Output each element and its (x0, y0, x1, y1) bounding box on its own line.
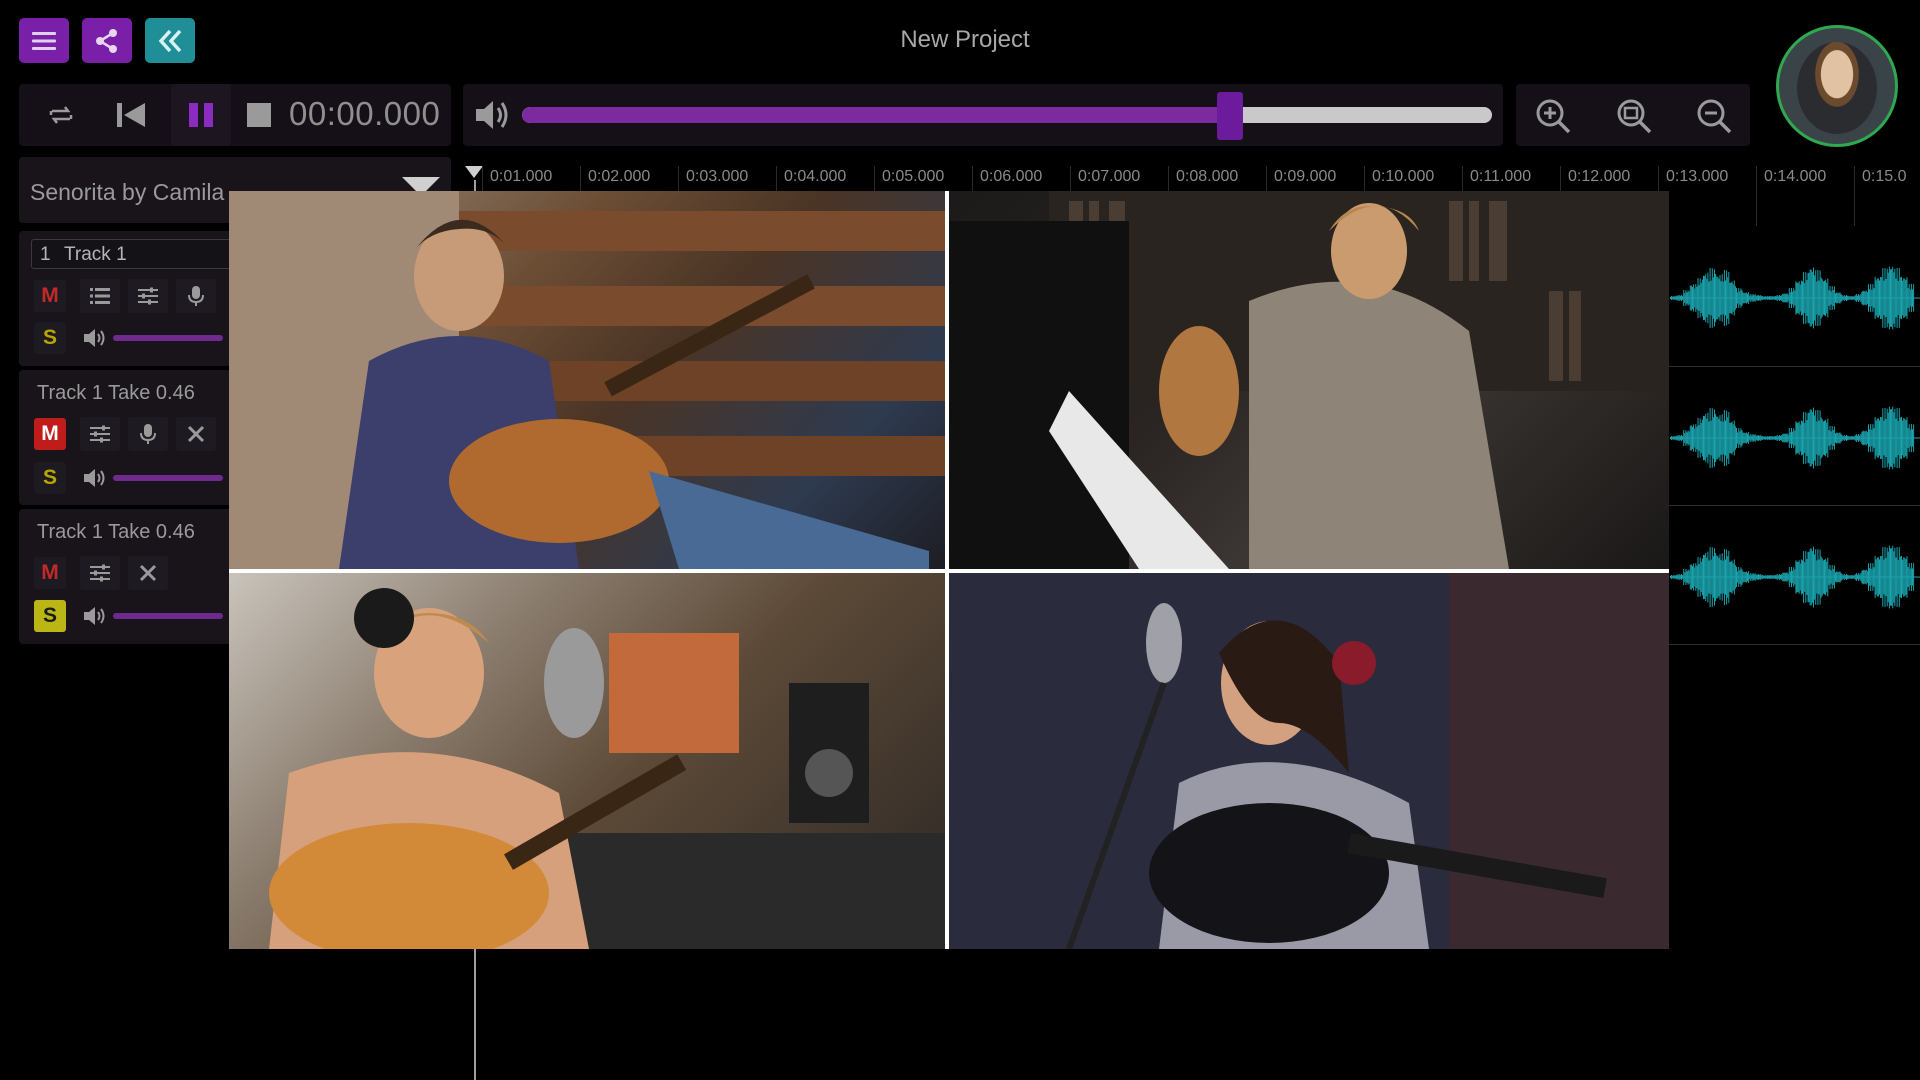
master-volume-fill (522, 107, 1231, 123)
ruler-tick-label: 0:04.000 (775, 166, 847, 226)
track-mixer-button[interactable] (128, 279, 168, 313)
speaker-icon (84, 329, 105, 347)
pause-button[interactable] (171, 84, 231, 146)
microphone-icon (188, 286, 204, 306)
skip-to-start-icon (117, 103, 145, 127)
ruler-tick-label: 0:02.000 (579, 166, 651, 226)
avatar[interactable] (1776, 25, 1898, 147)
ruler-tick-label: 0:03.000 (677, 166, 749, 226)
microphone-icon (140, 424, 156, 444)
playhead-marker-icon[interactable] (465, 166, 483, 178)
track-volume-slider[interactable] (113, 335, 223, 341)
zoom-panel (1516, 84, 1750, 146)
track-mixer-button[interactable] (80, 556, 120, 590)
speaker-icon (84, 607, 105, 625)
track-volume-slider[interactable] (113, 613, 223, 619)
track-number: 1 (40, 244, 51, 265)
avatar-photo (1797, 42, 1877, 134)
master-volume-handle[interactable] (1217, 92, 1244, 140)
video-frame-image (269, 588, 945, 949)
master-volume-slider[interactable] (522, 107, 1492, 123)
mute-button[interactable]: M (34, 557, 66, 589)
zoom-out-icon (1697, 99, 1732, 134)
ruler-tick-label: 0:01.000 (481, 166, 553, 226)
zoom-in-button[interactable] (1531, 94, 1575, 138)
sliders-icon (138, 287, 158, 305)
ruler-tick-label: 0:10.000 (1363, 166, 1435, 226)
solo-button[interactable]: S (34, 600, 66, 632)
ruler-tick-label: 0:11.000 (1461, 166, 1532, 226)
ruler-tick-label: 0:06.000 (971, 166, 1043, 226)
speaker-icon (84, 469, 105, 487)
speaker-icon (476, 101, 508, 129)
video-frame-image (949, 191, 1669, 569)
video-frame-image (229, 191, 945, 569)
ruler-tick-label: 0:13.000 (1657, 166, 1729, 226)
ruler-tick-label: 0:14.000 (1755, 166, 1827, 226)
ruler-tick-label: 0:09.000 (1265, 166, 1337, 226)
video-frame-image (949, 573, 1669, 949)
record-arm-button[interactable] (176, 279, 216, 313)
ruler-tick-label: 0:07.000 (1069, 166, 1141, 226)
zoom-in-icon (1536, 99, 1571, 134)
record-arm-button[interactable] (128, 417, 168, 451)
song-select-value: Senorita by Camila (30, 179, 225, 205)
track-mixer-button[interactable] (80, 417, 120, 451)
close-icon (187, 425, 205, 443)
delete-take-button[interactable] (128, 556, 168, 590)
zoom-out-button[interactable] (1692, 94, 1736, 138)
master-volume-panel (463, 84, 1503, 146)
ruler-tick-label: 0:08.000 (1167, 166, 1239, 226)
mute-button[interactable]: M (34, 280, 66, 312)
track-name[interactable]: Track 1 Take 0.46 (37, 521, 195, 544)
pause-icon (189, 103, 213, 127)
track-volume-slider[interactable] (113, 475, 223, 481)
ruler-tick-label: 0:12.000 (1559, 166, 1631, 226)
track-name: Track 1 (64, 244, 127, 265)
sliders-icon (90, 425, 110, 443)
zoom-fit-icon (1617, 99, 1652, 134)
video-tile-singer-acoustic[interactable] (949, 573, 1669, 949)
waveform-track-2[interactable] (1670, 393, 1920, 483)
timecode-display: 00:00.000 (289, 95, 441, 132)
stop-button[interactable] (231, 84, 287, 146)
solo-button[interactable]: S (34, 462, 66, 494)
video-tile-guitarist-man[interactable] (229, 191, 945, 569)
close-icon (139, 564, 157, 582)
waveform-track-3[interactable] (1670, 532, 1920, 622)
loop-icon (49, 106, 73, 124)
zoom-fit-button[interactable] (1612, 94, 1656, 138)
transport-bar: 00:00.000 (19, 84, 451, 146)
track-name[interactable]: Track 1 Take 0.46 (37, 382, 195, 405)
delete-take-button[interactable] (176, 417, 216, 451)
track-list-button[interactable] (80, 279, 120, 313)
list-icon (90, 288, 110, 304)
video-grid[interactable] (229, 191, 1669, 949)
waveform-track-1[interactable] (1670, 253, 1920, 343)
ruler-tick-label: 0:15.0 (1853, 166, 1907, 226)
mute-button[interactable]: M (34, 418, 66, 450)
ruler-tick-label: 0:05.000 (873, 166, 945, 226)
rewind-button[interactable] (101, 84, 161, 146)
sliders-icon (90, 564, 110, 582)
stop-icon (247, 103, 271, 127)
video-tile-singer-guitar[interactable] (229, 573, 945, 949)
loop-button[interactable] (31, 84, 91, 146)
video-tile-pianist[interactable] (949, 191, 1669, 569)
project-title: New Project (900, 26, 1030, 53)
solo-button[interactable]: S (34, 322, 66, 354)
